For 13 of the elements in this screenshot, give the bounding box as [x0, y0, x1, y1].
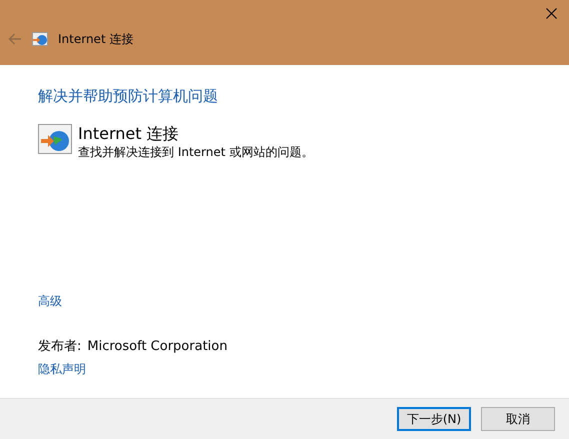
- cancel-button[interactable]: 取消: [481, 407, 555, 431]
- publisher-value: Microsoft Corporation: [87, 338, 228, 356]
- privacy-link[interactable]: 隐私声明: [38, 362, 86, 376]
- troubleshooter-description: 查找并解决连接到 Internet 或网站的问题。: [78, 144, 314, 161]
- page-heading: 解决并帮助预防计算机问题: [38, 86, 219, 107]
- window-title: Internet 连接: [58, 31, 134, 48]
- advanced-link[interactable]: 高级: [38, 294, 62, 308]
- troubleshooter-title[interactable]: Internet 连接: [78, 124, 314, 143]
- next-button[interactable]: 下一步(N): [397, 407, 471, 431]
- publisher-label: 发布者:: [38, 338, 82, 356]
- globe-icon[interactable]: [38, 124, 72, 154]
- close-icon[interactable]: [546, 8, 557, 19]
- globe-icon: [32, 32, 48, 46]
